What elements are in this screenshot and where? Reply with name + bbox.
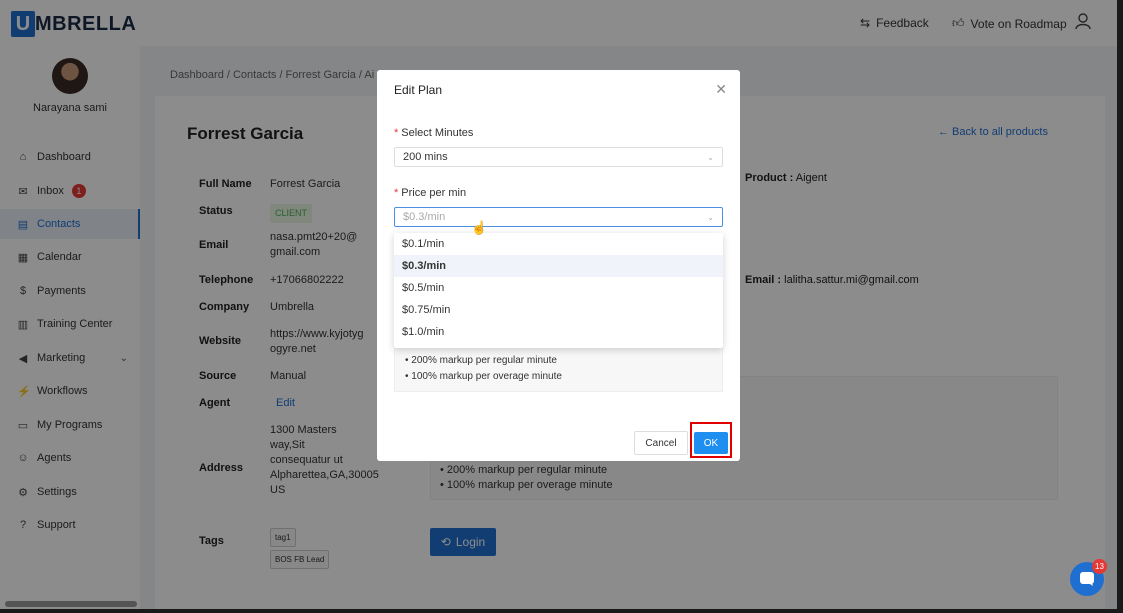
price-option[interactable]: $1.0/min <box>394 321 723 343</box>
price-per-min-label: * Price per min <box>394 187 467 199</box>
select-minutes-value: 200 mins <box>403 151 448 163</box>
modal-title: Edit Plan <box>394 83 443 97</box>
chevron-down-icon: ⌄ <box>707 212 714 222</box>
cancel-button[interactable]: Cancel <box>634 431 688 455</box>
hand-cursor-icon: ☝ <box>471 220 488 235</box>
price-option[interactable]: $0.3/min <box>394 255 723 277</box>
price-option[interactable]: $0.75/min <box>394 299 723 321</box>
chevron-down-icon: ⌄ <box>707 152 714 162</box>
price-options-list: $0.1/min $0.3/min $0.5/min $0.75/min $1.… <box>394 233 723 348</box>
price-per-min-dropdown[interactable]: $0.3/min ⌄ <box>394 207 723 227</box>
select-minutes-dropdown[interactable]: 200 mins ⌄ <box>394 147 723 167</box>
chat-icon <box>1080 572 1094 586</box>
app-window: U MBRELLA ⇆ Feedback 👍︎ Vote on Roadmap … <box>0 0 1117 609</box>
price-option[interactable]: $0.1/min <box>394 233 723 255</box>
plan-info-line: • 200% markup per regular minute <box>405 355 557 366</box>
ok-button[interactable]: OK <box>694 432 728 454</box>
price-option[interactable]: $0.5/min <box>394 277 723 299</box>
price-per-min-placeholder: $0.3/min <box>403 211 446 223</box>
chat-badge: 13 <box>1092 559 1107 574</box>
close-icon[interactable]: ✕ <box>715 81 727 98</box>
select-minutes-label: * Select Minutes <box>394 127 474 139</box>
edit-plan-modal: Edit Plan ✕ * Select Minutes 200 mins ⌄ *… <box>377 70 740 461</box>
plan-info-line: • 100% markup per overage minute <box>405 371 562 382</box>
